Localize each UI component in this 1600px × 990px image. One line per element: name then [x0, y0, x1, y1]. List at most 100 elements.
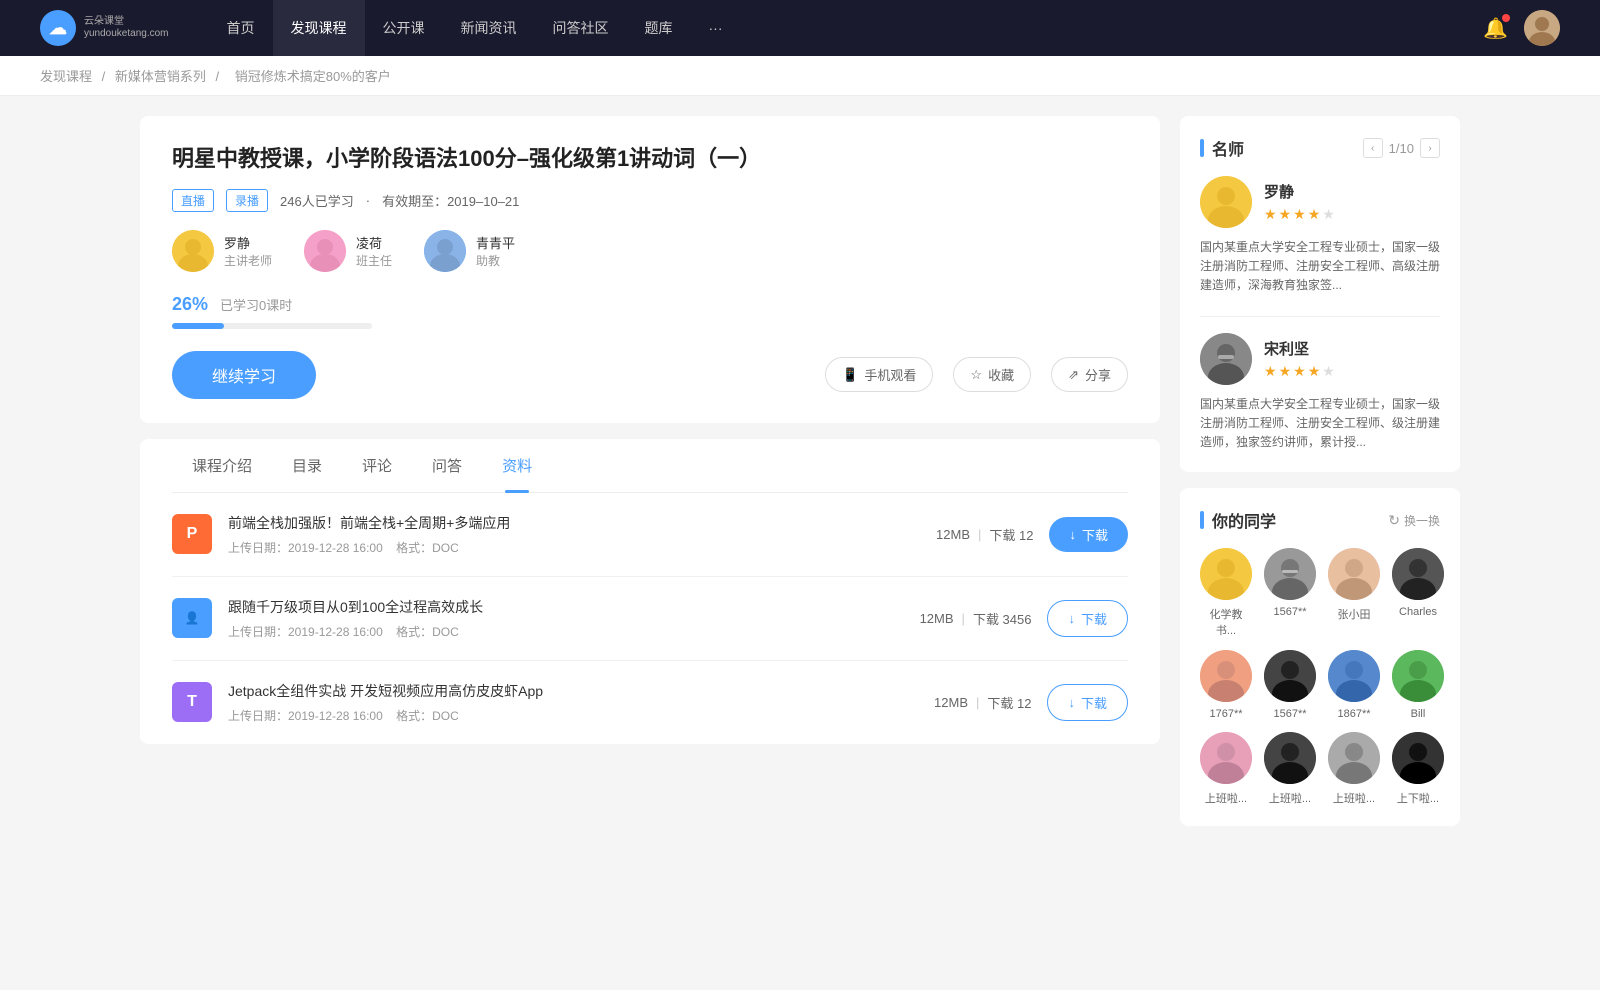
student-name-3: 张小田	[1338, 606, 1371, 622]
nav-quiz[interactable]: 题库	[627, 0, 691, 56]
download-button-3[interactable]: ↓ 下载	[1047, 684, 1128, 721]
tab-materials[interactable]: 资料	[482, 439, 552, 492]
collect-button[interactable]: ☆ 收藏	[953, 357, 1031, 392]
teacher-info-2: 凌荷 班主任	[356, 233, 392, 269]
badge-live: 直播	[172, 189, 214, 212]
nav-discover[interactable]: 发现课程	[273, 0, 365, 56]
download-button-2[interactable]: ↓ 下载	[1047, 600, 1128, 637]
breadcrumb-link-1[interactable]: 发现课程	[40, 69, 92, 84]
teacher-name-3: 青青平	[476, 233, 515, 252]
teacher-name-2: 凌荷	[356, 233, 392, 252]
teacher-item-1: 罗静 主讲老师	[172, 230, 272, 272]
tab-intro[interactable]: 课程介绍	[172, 439, 272, 492]
sidebar-teacher-desc-2: 国内某重点大学安全工程专业硕士，国家一级注册消防工程师、注册安全工程师、级注册建…	[1200, 395, 1440, 453]
student-avatar-8	[1392, 650, 1444, 702]
file-stats-3: 12MB | 下载 12	[934, 693, 1031, 712]
progress-label: 26% 已学习0课时	[172, 294, 1128, 315]
student-item-11: 上班啦...	[1328, 732, 1380, 806]
student-avatar-4	[1392, 548, 1444, 600]
continue-button[interactable]: 继续学习	[172, 351, 316, 399]
nav-news[interactable]: 新闻资讯	[443, 0, 535, 56]
bell-icon[interactable]: 🔔	[1483, 16, 1508, 41]
next-page-arrow[interactable]: ›	[1420, 138, 1440, 158]
student-name-5: 1767**	[1209, 708, 1242, 720]
download-icon-3: ↓	[1068, 695, 1075, 710]
student-item-12: 上下啦...	[1392, 732, 1444, 806]
content-left: 明星中教授课，小学阶段语法100分–强化级第1讲动词（一） 直播 录播 246人…	[140, 116, 1160, 842]
teacher-avatar-1	[172, 230, 214, 272]
sidebar-teacher-1: 罗静 ★ ★ ★ ★ ★ 国内某重点大学安全工程专业硕士，国家一级注册消防工程师…	[1200, 176, 1440, 296]
student-item-1: 化学教书...	[1200, 548, 1252, 638]
breadcrumb-current: 销冠修炼术搞定80%的客户	[235, 69, 391, 84]
sidebar-teacher-desc-1: 国内某重点大学安全工程专业硕士，国家一级注册消防工程师、注册安全工程师、高级注册…	[1200, 238, 1440, 296]
refresh-button[interactable]: ↻ 换一换	[1388, 512, 1440, 529]
student-name-bill: Bill	[1411, 708, 1426, 720]
student-item-5: 1767**	[1200, 650, 1252, 720]
file-stats-1: 12MB | 下载 12	[936, 525, 1033, 544]
file-meta-2: 上传日期：2019-12-28 16:00 格式：DOC	[228, 623, 904, 640]
share-button[interactable]: ⇗ 分享	[1051, 357, 1128, 392]
student-avatar-10	[1264, 732, 1316, 784]
tab-review[interactable]: 评论	[342, 439, 412, 492]
student-item-3: 张小田	[1328, 548, 1380, 638]
user-avatar-nav[interactable]	[1524, 10, 1560, 46]
tab-catalog[interactable]: 目录	[272, 439, 342, 492]
teacher-divider	[1200, 316, 1440, 317]
teachers-card-title: 名师	[1200, 136, 1244, 160]
student-name-10: 上班啦...	[1269, 790, 1311, 806]
course-meta: 直播 录播 246人已学习 · 有效期至：2019–10–21	[172, 189, 1128, 212]
nav-open[interactable]: 公开课	[365, 0, 443, 56]
file-icon-1: P	[172, 514, 212, 554]
progress-section: 26% 已学习0课时	[172, 294, 1128, 329]
logo-text: 云朵课堂 yundouketang.com	[84, 16, 169, 40]
sidebar-teacher-avatar-2	[1200, 333, 1252, 385]
progress-bar-bg	[172, 323, 372, 329]
student-item-10: 上班啦...	[1264, 732, 1316, 806]
download-button-1[interactable]: ↓ 下载	[1049, 517, 1128, 552]
notification-dot	[1502, 14, 1510, 22]
student-avatar-5	[1200, 650, 1252, 702]
mobile-watch-button[interactable]: 📱 手机观看	[825, 357, 933, 392]
student-name-2: 1567**	[1273, 606, 1306, 618]
course-actions: 继续学习 📱 手机观看 ☆ 收藏 ⇗ 分享	[172, 351, 1128, 399]
breadcrumb: 发现课程 / 新媒体营销系列 / 销冠修炼术搞定80%的客户	[0, 56, 1600, 96]
teachers-card-header: 名师 ‹ 1/10 ›	[1200, 136, 1440, 160]
teacher-name-1: 罗静	[224, 233, 272, 252]
page-number: 1/10	[1389, 141, 1414, 156]
mobile-icon: 📱	[842, 367, 858, 383]
sidebar-teacher-avatar-1	[1200, 176, 1252, 228]
course-title: 明星中教授课，小学阶段语法100分–强化级第1讲动词（一）	[172, 144, 1128, 175]
file-name-3: Jetpack全组件实战 开发短视频应用高仿皮皮虾App	[228, 681, 918, 701]
file-meta-1: 上传日期：2019-12-28 16:00 格式：DOC	[228, 539, 920, 556]
prev-page-arrow[interactable]: ‹	[1363, 138, 1383, 158]
student-item-7: 1867**	[1328, 650, 1380, 720]
sidebar-teacher-name-2: 宋利坚	[1264, 338, 1335, 359]
nav-qa[interactable]: 问答社区	[535, 0, 627, 56]
student-name-7: 1867**	[1337, 708, 1370, 720]
sidebar-teacher-2: 宋利坚 ★ ★ ★ ★ ★ 国内某重点大学安全工程专业硕士，国家一级注册消防工程…	[1200, 333, 1440, 453]
student-name-1: 化学教书...	[1200, 606, 1252, 638]
student-avatar-2	[1264, 548, 1316, 600]
student-name-9: 上班啦...	[1205, 790, 1247, 806]
progress-text: 已学习0课时	[220, 295, 292, 314]
student-item-9: 上班啦...	[1200, 732, 1252, 806]
nav-home[interactable]: 首页	[209, 0, 273, 56]
student-avatar-6	[1264, 650, 1316, 702]
student-avatar-1	[1200, 548, 1252, 600]
logo[interactable]: ☁ 云朵课堂 yundouketang.com	[40, 10, 169, 46]
nav-more[interactable]: ···	[691, 0, 741, 56]
file-list: P 前端全栈加强版！前端全栈+全周期+多端应用 上传日期：2019-12-28 …	[172, 493, 1128, 744]
download-icon-2: ↓	[1068, 611, 1075, 626]
sidebar-teacher-stars-1: ★ ★ ★ ★ ★	[1264, 206, 1335, 223]
student-item-8: Bill	[1392, 650, 1444, 720]
teacher-avatar-2	[304, 230, 346, 272]
nav-right: 🔔	[1483, 10, 1560, 46]
breadcrumb-link-2[interactable]: 新媒体营销系列	[115, 69, 206, 84]
student-name-charles: Charles	[1399, 606, 1437, 618]
tab-qa[interactable]: 问答	[412, 439, 482, 492]
logo-icon: ☁	[40, 10, 76, 46]
file-info-2: 跟随千万级项目从0到100全过程高效成长 上传日期：2019-12-28 16:…	[228, 597, 904, 640]
student-avatar-9	[1200, 732, 1252, 784]
file-icon-2: 👤	[172, 598, 212, 638]
student-name-12: 上下啦...	[1397, 790, 1439, 806]
